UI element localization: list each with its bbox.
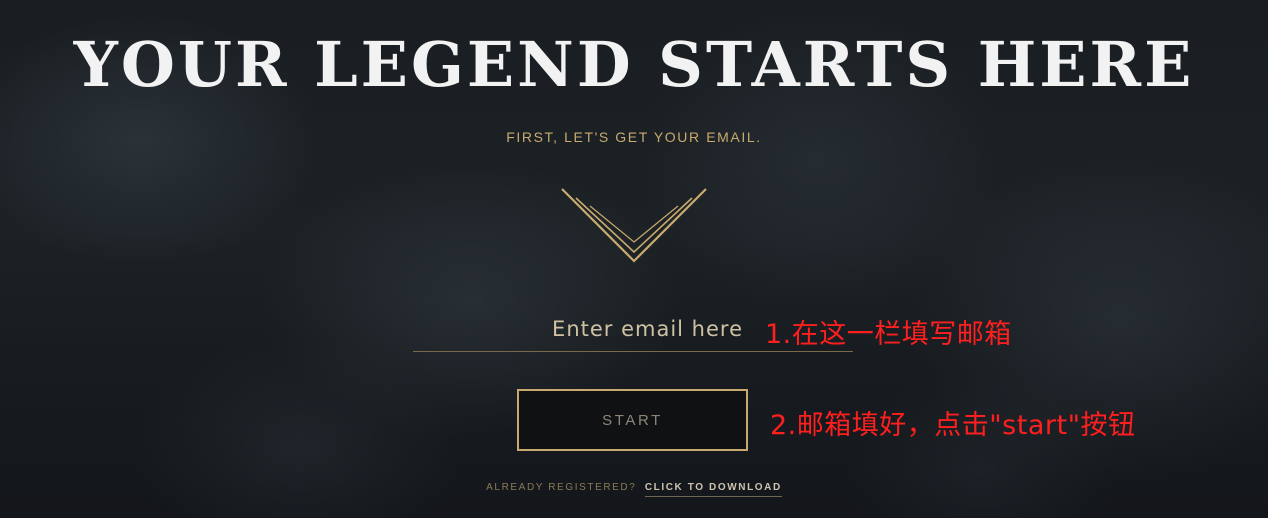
download-link[interactable]: CLICK TO DOWNLOAD (644, 482, 782, 497)
page-title: YOUR LEGEND STARTS HERE (73, 28, 1195, 101)
annotation-step2: 2.邮箱填好，点击"start"按钮 (770, 410, 1136, 441)
footer: ALREADY REGISTERED? CLICK TO DOWNLOAD (0, 482, 1268, 497)
page-subtitle: FIRST, LET'S GET YOUR EMAIL. (506, 129, 762, 145)
already-registered-text: ALREADY REGISTERED? (486, 482, 637, 493)
annotation-step1: 1.在这一栏填写邮箱 (765, 319, 1012, 350)
ornamental-divider (130, 188, 1138, 263)
divider-left-lines (130, 188, 578, 207)
divider-chevron (561, 188, 707, 263)
start-button[interactable]: START (517, 389, 748, 451)
divider-right-lines (690, 188, 1138, 207)
